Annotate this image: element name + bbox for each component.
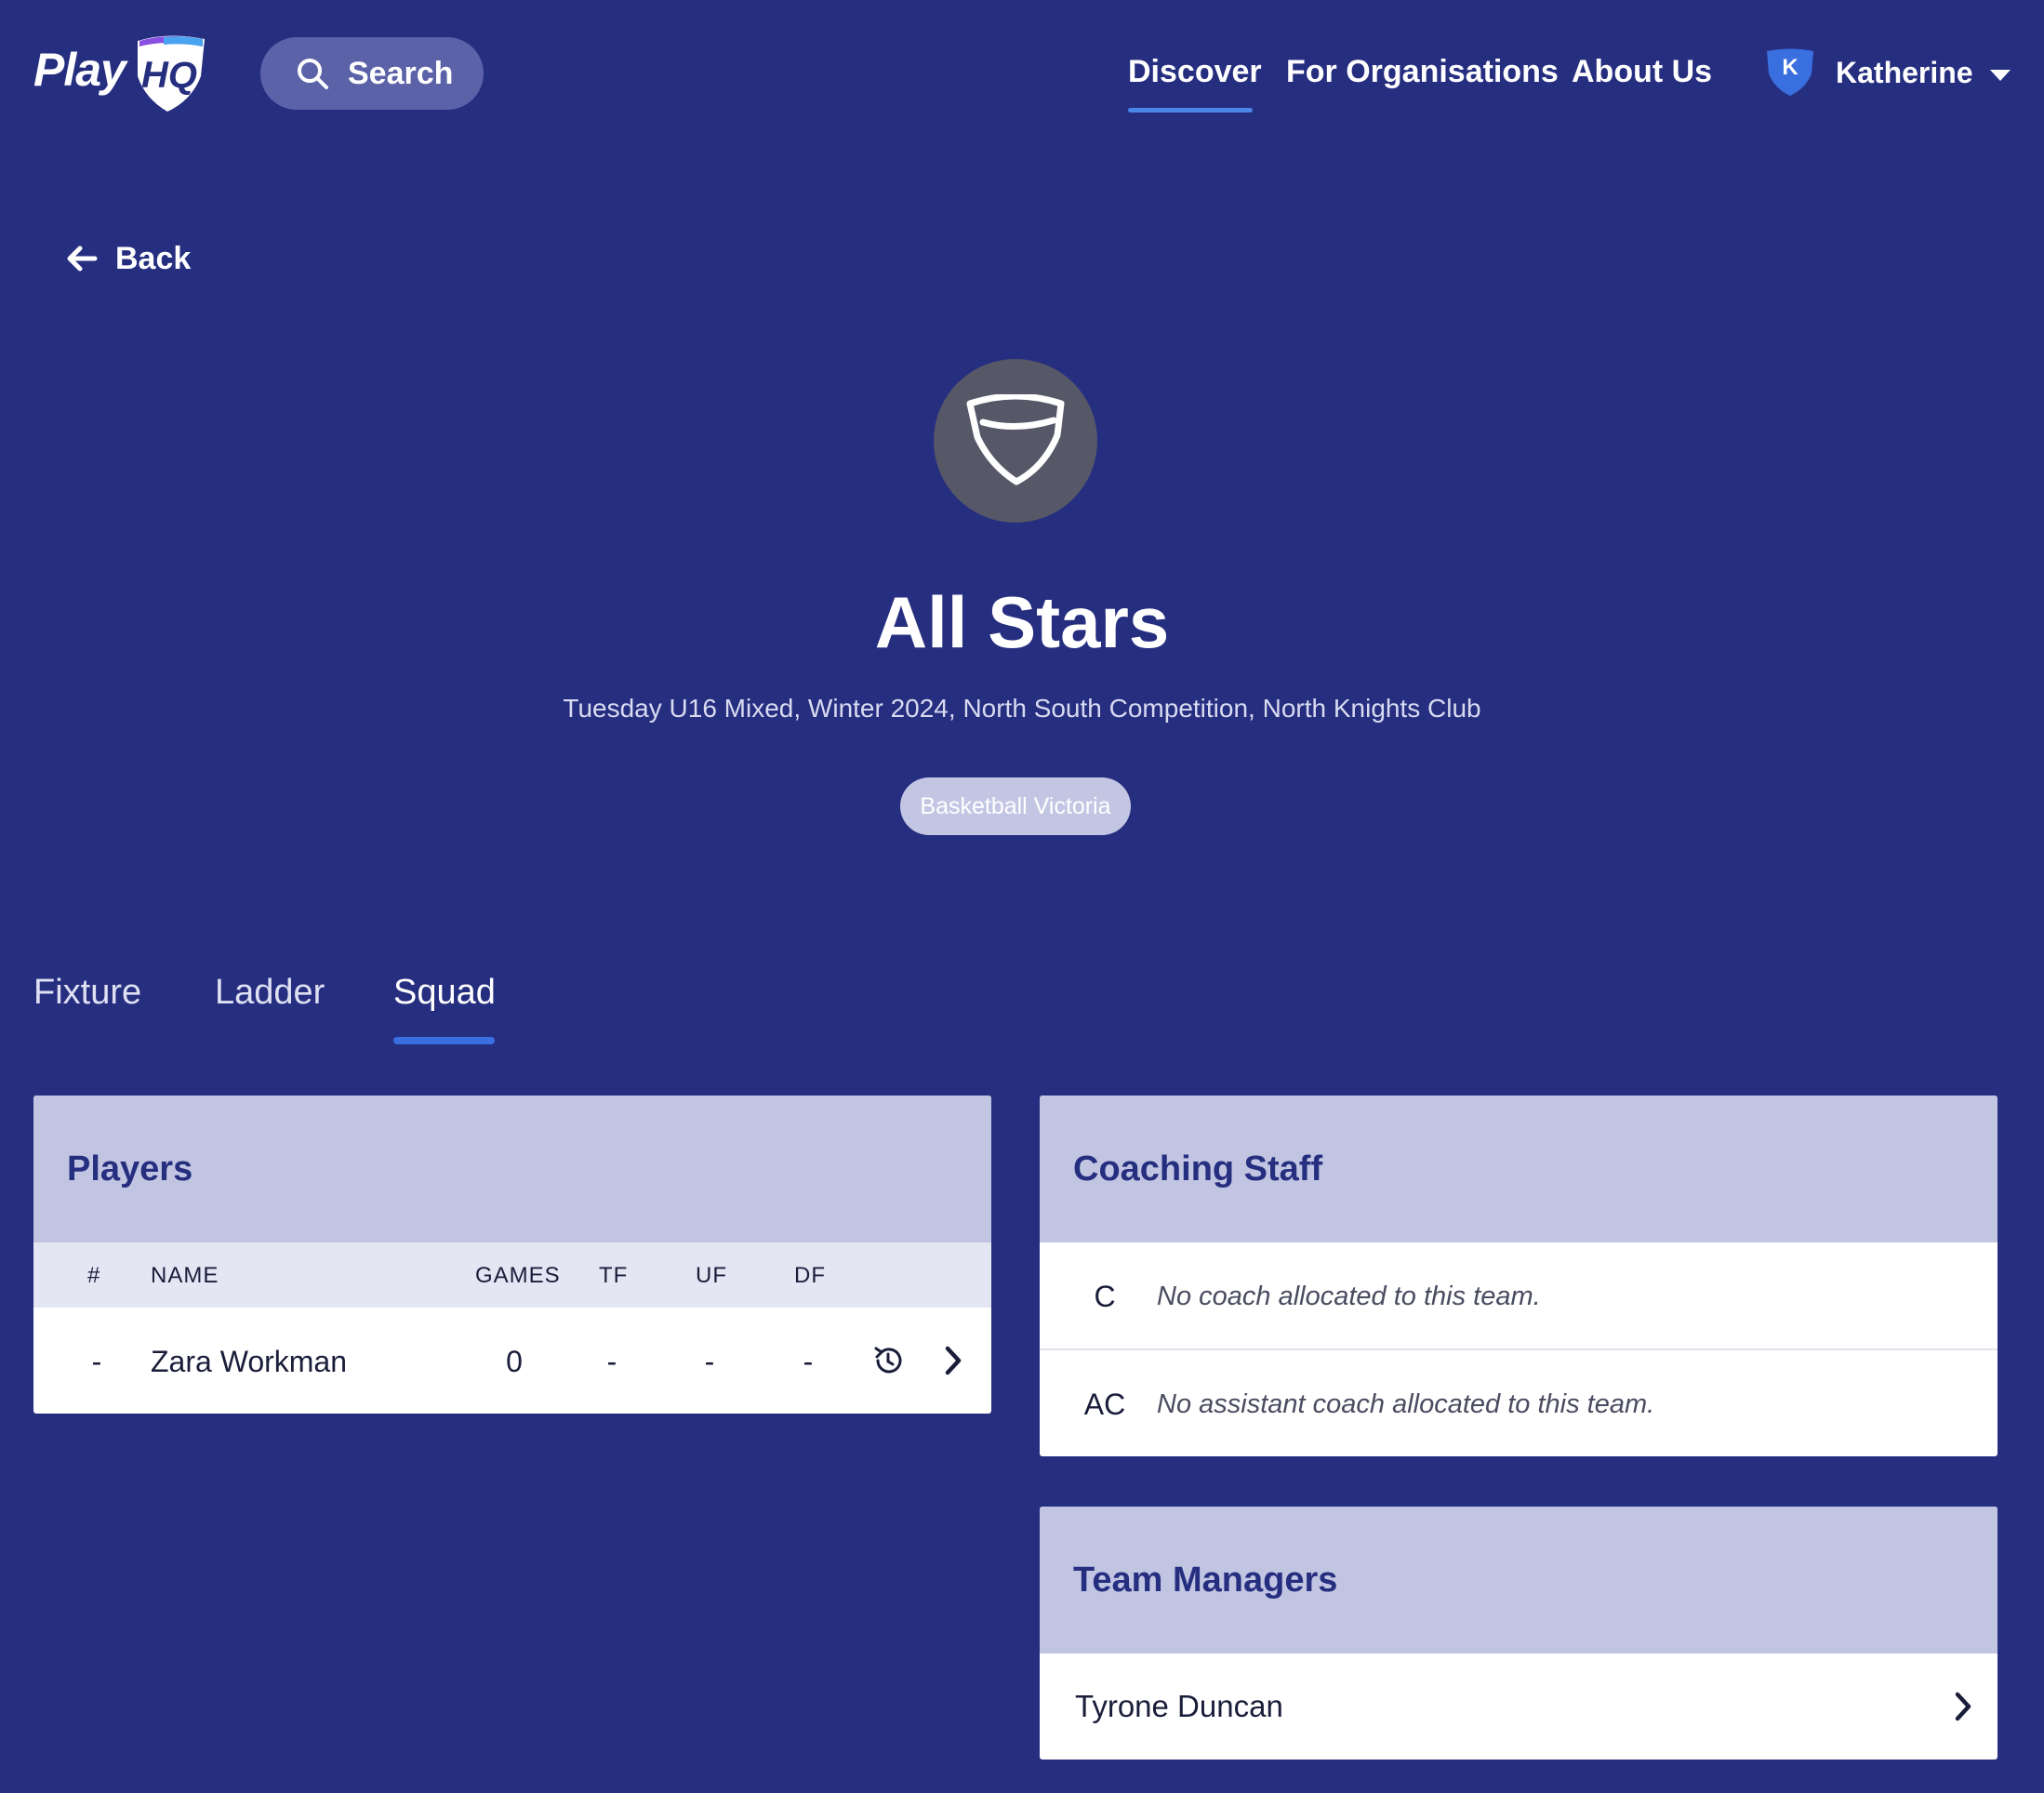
- history-icon[interactable]: [870, 1343, 906, 1378]
- team-name: All Stars: [874, 581, 1170, 663]
- coach-message: No coach allocated to this team.: [1157, 1282, 1541, 1311]
- players-title: Players: [67, 1149, 193, 1189]
- player-name: Zara Workman: [151, 1345, 348, 1378]
- chevron-right-icon[interactable]: [941, 1343, 965, 1378]
- manager-row[interactable]: Tyrone Duncan: [1040, 1654, 1998, 1760]
- col-df: DF: [794, 1263, 826, 1288]
- tab-ladder[interactable]: Ladder: [215, 973, 325, 1013]
- players-card: Players # NAME GAMES TF UF DF - Zara Wor…: [33, 1096, 991, 1414]
- team-managers-header: Team Managers: [1040, 1507, 1998, 1654]
- player-tf: -: [606, 1345, 617, 1378]
- chevron-down-icon: [1989, 70, 2011, 81]
- logo-text: Play: [33, 44, 126, 96]
- team-managers-card: Team Managers Tyrone Duncan: [1040, 1507, 1998, 1760]
- coaching-staff-header: Coaching Staff: [1040, 1096, 1998, 1242]
- coach-role: C: [1094, 1280, 1116, 1313]
- arrow-left-icon: [67, 246, 98, 272]
- shield-icon: [966, 394, 1065, 485]
- coaching-staff-card: Coaching Staff C No coach allocated to t…: [1040, 1096, 1998, 1456]
- playhq-logo[interactable]: Play HQ: [33, 33, 208, 113]
- tab-fixture[interactable]: Fixture: [33, 973, 141, 1013]
- avatar: K: [1763, 47, 1817, 98]
- players-table-header: # NAME GAMES TF UF DF: [33, 1242, 991, 1308]
- search-label: Search: [348, 55, 454, 91]
- nav-active-indicator: [1128, 108, 1253, 113]
- assistant-coach-row: AC No assistant coach allocated to this …: [1040, 1348, 1998, 1456]
- coach-row: C No coach allocated to this team.: [1040, 1242, 1998, 1348]
- team-logo: [934, 359, 1097, 523]
- team-managers-title: Team Managers: [1073, 1560, 1338, 1600]
- search-button[interactable]: Search: [260, 37, 484, 110]
- table-row[interactable]: - Zara Workman 0 - - -: [33, 1308, 991, 1414]
- back-label: Back: [115, 240, 192, 276]
- nav-for-organisations[interactable]: For Organisations: [1286, 54, 1559, 90]
- user-initial: K: [1782, 55, 1798, 80]
- user-menu[interactable]: K Katherine: [1763, 45, 2011, 100]
- team-subtitle: Tuesday U16 Mixed, Winter 2024, North So…: [563, 694, 1481, 723]
- player-uf: -: [704, 1345, 715, 1378]
- col-games: GAMES: [475, 1263, 561, 1288]
- tab-squad[interactable]: Squad: [393, 973, 496, 1013]
- back-button[interactable]: Back: [63, 240, 191, 277]
- col-name: NAME: [151, 1263, 219, 1288]
- logo-hq-text: HQ: [141, 55, 197, 96]
- player-games: 0: [506, 1345, 523, 1378]
- players-card-header: Players: [33, 1096, 991, 1242]
- chevron-right-icon[interactable]: [1951, 1689, 1975, 1724]
- nav-discover[interactable]: Discover: [1128, 54, 1262, 90]
- assistant-coach-message: No assistant coach allocated to this tea…: [1157, 1389, 1655, 1419]
- player-number: -: [91, 1345, 102, 1378]
- col-number: #: [87, 1263, 101, 1288]
- col-tf: TF: [599, 1263, 629, 1288]
- player-df: -: [803, 1345, 814, 1378]
- col-uf: UF: [696, 1263, 727, 1288]
- association-badge[interactable]: Basketball Victoria: [900, 777, 1131, 835]
- tab-active-indicator: [393, 1037, 495, 1044]
- user-name: Katherine: [1836, 55, 1973, 89]
- assistant-coach-role: AC: [1083, 1388, 1126, 1421]
- search-icon: [298, 59, 328, 89]
- coaching-staff-title: Coaching Staff: [1073, 1149, 1323, 1189]
- nav-about-us[interactable]: About Us: [1572, 54, 1712, 90]
- manager-name: Tyrone Duncan: [1075, 1689, 1283, 1723]
- logo-shield-icon: HQ: [138, 35, 205, 112]
